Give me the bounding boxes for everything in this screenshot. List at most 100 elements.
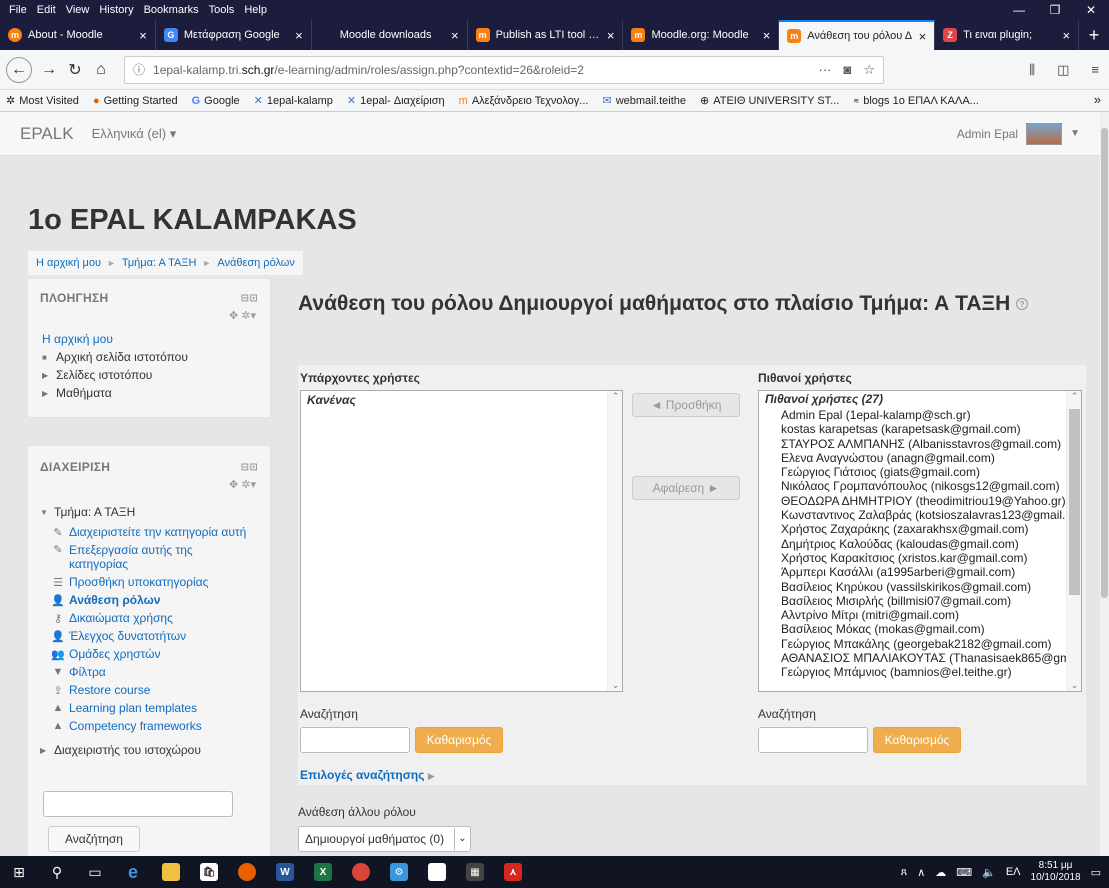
bookmark-google[interactable]: G Google xyxy=(192,95,240,107)
potential-search-input[interactable] xyxy=(758,727,868,753)
bookmark-1epal-admin[interactable]: ✕ 1epal- Διαχείριση xyxy=(347,94,445,108)
close-icon[interactable]: × xyxy=(919,29,927,44)
potential-user-option[interactable]: Κωνσταντινος Ζαλαβράς (kotsioszalavras12… xyxy=(759,508,1081,522)
potential-user-option[interactable]: Αλντρίνο Μίτρι (mitri@gmail.com) xyxy=(759,608,1081,622)
nav-item-site-home[interactable]: ■ Αρχική σελίδα ιστοτόπου xyxy=(42,348,258,366)
admin-manage-category[interactable]: ✎ Διαχειριστείτε την κατηγορία αυτή xyxy=(50,523,260,541)
user-menu[interactable]: Admin Epal ▼ xyxy=(957,122,1080,145)
store-icon[interactable]: 🛍 xyxy=(190,856,228,888)
bookmark-ateith[interactable]: ⊕ ATEIΘ UNIVERSITY ST... xyxy=(700,94,839,108)
potential-user-option[interactable]: Γεώργιος Μπακάλης (georgebak2182@gmail.c… xyxy=(759,637,1081,651)
close-icon[interactable]: × xyxy=(1062,28,1070,43)
minimize-icon[interactable]: — xyxy=(1001,0,1037,20)
reload-icon[interactable]: ↻ xyxy=(62,60,88,80)
clock[interactable]: 8:51 μμ 10/10/2018 xyxy=(1031,860,1081,884)
potential-user-option[interactable]: ΑΘΑΝΑΣΙΟΣ ΜΠΑΛΙΑΚΟΥΤΑΣ (Thanasisaek865@g… xyxy=(759,651,1081,665)
admin-restore-course[interactable]: ⇪ Restore course xyxy=(50,681,260,699)
bookmark-alexandreio[interactable]: m Αλεξάνδρειο Τεχνολογ... xyxy=(459,95,589,107)
admin-check-permissions[interactable]: 👤 Έλεγχος δυνατοτήτων xyxy=(50,627,260,645)
acrobat-icon[interactable]: ⋏ xyxy=(494,856,532,888)
admin-filters[interactable]: ▼ Φίλτρα xyxy=(50,663,260,681)
close-icon[interactable]: × xyxy=(451,28,459,43)
potential-user-option[interactable]: Admin Epal (1epal-kalamp@sch.gr) xyxy=(759,408,1081,422)
nav-home-link[interactable]: Η αρχική μου xyxy=(42,330,258,348)
edge-icon[interactable]: e xyxy=(114,856,152,888)
potential-user-option[interactable]: Χρήστος Καρακίτσιος (xristos.kar@gmail.c… xyxy=(759,551,1081,565)
scrollbar[interactable]: ⌃ ⌄ xyxy=(1066,391,1081,691)
menu-help[interactable]: Help xyxy=(239,4,272,16)
excel-icon[interactable]: X xyxy=(304,856,342,888)
potential-user-option[interactable]: Βασίλειος Κηρύκου (vassilskirikos@gmail.… xyxy=(759,580,1081,594)
menu-bookmarks[interactable]: Bookmarks xyxy=(139,4,204,16)
close-icon[interactable]: × xyxy=(763,28,771,43)
chevron-up-icon[interactable]: ⌃ xyxy=(608,391,622,402)
remove-button[interactable]: Αφαίρεση ► xyxy=(632,476,740,500)
windows-start-icon[interactable]: ⊞ xyxy=(0,856,38,888)
chevron-right-icon[interactable]: » xyxy=(1094,92,1101,107)
search-icon[interactable]: ⚲ xyxy=(38,856,76,888)
keyboard-icon[interactable]: ⌨ xyxy=(956,866,972,879)
admin-permissions[interactable]: ⚷ Δικαιώματα χρήσης xyxy=(50,609,260,627)
breadcrumb-category[interactable]: Τμήμα: Α ΤΑΞΗ xyxy=(122,257,197,269)
bookmark-blogs[interactable]: ≋ blogs 1ο ΕΠΑΛ ΚΑΛΑ... xyxy=(853,95,978,107)
firefox-icon[interactable] xyxy=(228,856,266,888)
breadcrumb-current[interactable]: Ανάθεση ρόλων xyxy=(217,257,295,269)
document-icon[interactable] xyxy=(418,856,456,888)
potential-user-option[interactable]: Βασίλειος Μόκας (mokas@gmail.com) xyxy=(759,622,1081,636)
block-move-icon[interactable]: ✥ ✲▾ xyxy=(28,309,270,322)
scrollbar-thumb[interactable] xyxy=(1069,409,1080,595)
bookmark-1epal-kalamp[interactable]: ✕ 1epal-kalamp xyxy=(254,94,333,108)
existing-search-input[interactable] xyxy=(300,727,410,753)
admin-search-button[interactable]: Αναζήτηση xyxy=(48,826,140,852)
site-brand[interactable]: EPALK xyxy=(20,124,74,144)
breadcrumb-home[interactable]: Η αρχική μου xyxy=(36,257,101,269)
page-actions-icon[interactable]: ··· xyxy=(818,62,831,78)
new-tab-icon[interactable]: + xyxy=(1079,20,1109,50)
bookmark-webmail[interactable]: ✉ webmail.teithe xyxy=(602,94,686,108)
back-icon[interactable]: ← xyxy=(6,56,32,83)
language-indicator[interactable]: ΕΛ xyxy=(1006,866,1021,878)
admin-add-subcategory[interactable]: ☰ Προσθήκη υποκατηγορίας xyxy=(50,573,260,591)
chrome-icon[interactable] xyxy=(342,856,380,888)
potential-user-option[interactable]: kostas karapetsas (karapetsask@gmail.com… xyxy=(759,422,1081,436)
tab-about-moodle[interactable]: m About - Moodle × xyxy=(0,20,156,50)
admin-cohorts[interactable]: 👥 Ομάδες χρηστών xyxy=(50,645,260,663)
language-menu[interactable]: Ελληνικά (el) ▾ xyxy=(92,126,177,142)
url-bar[interactable]: ⓘ 1epal-kalamp.tri.sch.gr/e-learning/adm… xyxy=(124,55,884,84)
search-options-toggle[interactable]: Επιλογές αναζήτησης ▶ xyxy=(300,768,435,782)
admin-search-input[interactable] xyxy=(43,791,233,817)
block-move-icon[interactable]: ✥ ✲▾ xyxy=(28,478,270,491)
menu-edit[interactable]: Edit xyxy=(32,4,61,16)
nav-item-site-pages[interactable]: ▶ Σελίδες ιστοτόπου xyxy=(42,366,258,384)
admin-competency-frameworks[interactable]: ▲ Competency frameworks xyxy=(50,717,260,735)
tab-assign-role[interactable]: m Ανάθεση του ρόλου Δ × xyxy=(779,20,936,50)
potential-user-option[interactable]: ΣΤΑΥΡΟΣ ΑΛΜΠΑΝΗΣ (Albanisstavros@gmail.c… xyxy=(759,437,1081,451)
potential-users-list[interactable]: Πιθανοί χρήστες (27) Admin Epal (1epal-k… xyxy=(758,390,1082,692)
other-role-select[interactable]: Δημιουργοί μαθήματος (0) ⌄ xyxy=(298,826,471,852)
potential-clear-button[interactable]: Καθαρισμός xyxy=(873,727,961,753)
potential-user-option[interactable]: Δημήτριος Καλούδας (kaloudas@gmail.com) xyxy=(759,537,1081,551)
chevron-down-icon[interactable]: ⌄ xyxy=(1067,680,1081,691)
block-collapse-icon[interactable]: ⊟⊡ xyxy=(241,293,258,304)
task-view-icon[interactable]: ▭ xyxy=(76,856,114,888)
close-icon[interactable]: ✕ xyxy=(1073,0,1109,20)
potential-user-option[interactable]: Ελενα Αναγνώστου (anagn@gmail.com) xyxy=(759,451,1081,465)
bookmark-star-icon[interactable]: ☆ xyxy=(863,62,875,78)
sidebar-icon[interactable]: ◫ xyxy=(1057,62,1069,78)
potential-user-option[interactable]: Βασίλειος Μισιρλής (billmisi07@gmail.com… xyxy=(759,594,1081,608)
potential-user-option[interactable]: Χρήστος Ζαχαράκης (zaxarakhsx@gmail.com) xyxy=(759,522,1081,536)
tab-moodle-org[interactable]: m Moodle.org: Moodle × xyxy=(623,20,780,50)
settings-icon[interactable]: ⚙ xyxy=(380,856,418,888)
volume-icon[interactable]: 🔈 xyxy=(982,866,996,879)
potential-user-option[interactable]: Νικόλαος Γρομπανόπουλος (nikosgs12@gmail… xyxy=(759,479,1081,493)
nav-item-courses[interactable]: ▶ Μαθήματα xyxy=(42,384,258,402)
admin-learning-plan-templates[interactable]: ▲ Learning plan templates xyxy=(50,699,260,717)
admin-site-administration[interactable]: ▶ Διαχειριστής του ιστοχώρου xyxy=(40,741,260,759)
admin-assign-roles[interactable]: 👤 Ανάθεση ρόλων xyxy=(50,591,260,609)
help-icon[interactable]: ? xyxy=(1016,298,1029,311)
bookmark-most-visited[interactable]: ✲ Most Visited xyxy=(6,94,79,108)
potential-user-option[interactable]: Γεώργιος Γιάτσιος (giats@gmail.com) xyxy=(759,465,1081,479)
chevron-up-icon[interactable]: ∧ xyxy=(917,866,925,879)
potential-user-option[interactable]: Γεώργιος Μπάμνιος (bamnios@el.teithe.gr) xyxy=(759,665,1081,679)
existing-users-list[interactable]: Κανένας ⌃ ⌄ xyxy=(300,390,623,692)
